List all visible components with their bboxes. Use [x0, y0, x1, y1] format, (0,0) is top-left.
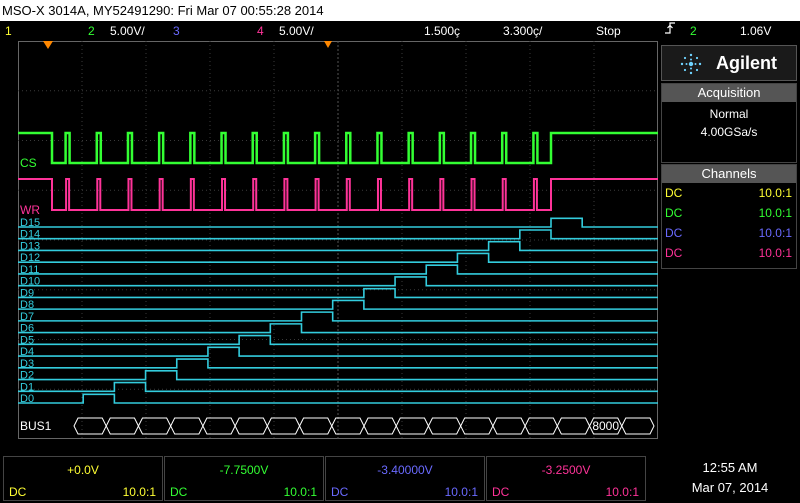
ch4-offset-box[interactable]: -3.2500V DC 10.0:1 — [486, 456, 646, 501]
bus-frame — [234, 417, 268, 435]
channel-row-3[interactable]: DC 10.0:1 — [662, 223, 796, 243]
channels-panel[interactable]: Channels DC 10.0:1 DC 10.0:1 DC 10.0:1 D… — [661, 164, 797, 269]
clock: 12:55 AM Mar 07, 2014 — [662, 458, 798, 503]
acquisition-mode: Normal — [709, 107, 749, 121]
digital-label: D13 — [20, 240, 40, 252]
ch3-coupling: DC — [331, 485, 349, 499]
digital-label: D6 — [20, 323, 34, 335]
ch4-ratio: 10.0:1 — [605, 485, 639, 499]
digital-label: D2 — [20, 370, 34, 382]
bus-frame — [170, 417, 204, 435]
ch1-offset-box[interactable]: +0.0V DC 10.0:1 — [3, 456, 163, 501]
timebase-scale: 3.300ç/ — [503, 24, 543, 38]
coupling: DC — [665, 186, 683, 200]
cs-label: CS — [20, 156, 37, 170]
timebase-position: 1.500ç — [424, 24, 461, 38]
digital-label: D7 — [20, 311, 34, 323]
probe-ratio: 10.0:1 — [758, 226, 792, 240]
clock-date: Mar 07, 2014 — [691, 480, 769, 495]
trigger-position-marker — [43, 41, 53, 49]
bus-frame — [363, 417, 397, 435]
sample-rate: 4.00GSa/s — [700, 125, 758, 139]
trigger-edge-icon — [664, 21, 676, 41]
bus-frame — [492, 417, 526, 435]
digital-label: D10 — [20, 276, 40, 288]
digital-label: D3 — [20, 358, 34, 370]
clock-time: 12:55 AM — [702, 460, 758, 475]
side-panel: Agilent Acquisition Normal 4.00GSa/s Cha… — [661, 45, 797, 269]
ch3-indicator[interactable]: 3 — [173, 21, 180, 41]
trigger-channel: 2 — [690, 24, 697, 38]
ch4-offset: -3.2500V — [541, 463, 591, 477]
bus-frame — [73, 417, 107, 435]
channels-heading: Channels — [662, 165, 796, 183]
status-bar: 1 2 5.00V/ 3 4 5.00V/ 1.500ç 3.300ç/ Sto… — [0, 21, 800, 41]
bus-frame — [202, 417, 236, 435]
bus-frame — [395, 417, 430, 435]
ch2-ratio: 10.0:1 — [283, 485, 317, 499]
digital-label: D8 — [20, 299, 34, 311]
digital-label: D9 — [20, 287, 34, 299]
bus-frame — [266, 417, 301, 435]
ch3-offset: -3.40000V — [377, 463, 433, 477]
bus-frame — [331, 417, 365, 435]
bus-frame — [427, 417, 462, 435]
ch4-indicator[interactable]: 4 — [257, 21, 264, 41]
run-state[interactable]: Stop — [596, 21, 621, 41]
bus-label: BUS1 — [20, 419, 52, 433]
digital-label: D4 — [20, 346, 34, 358]
acquisition-panel[interactable]: Acquisition Normal 4.00GSa/s — [661, 83, 797, 163]
channel-row-2[interactable]: DC 10.0:1 — [662, 203, 796, 223]
brand-logo: Agilent — [661, 45, 797, 81]
ch4-scale: 5.00V/ — [279, 24, 314, 38]
probe-ratio: 10.0:1 — [758, 186, 792, 200]
ch2-coupling: DC — [170, 485, 188, 499]
digital-label: D12 — [20, 252, 40, 264]
digital-label: D1 — [20, 381, 34, 393]
digital-label: D5 — [20, 334, 34, 346]
wr-label: WR — [20, 203, 40, 217]
ch3-ratio: 10.0:1 — [444, 485, 478, 499]
coupling: DC — [665, 246, 683, 260]
ch4-coupling: DC — [492, 485, 510, 499]
window-title: MSO-X 3014A, MY52491290: Fri Mar 07 00:5… — [0, 0, 800, 21]
digital-label: D11 — [20, 264, 39, 276]
waveform-display[interactable]: CS WR D0D1D2D3D4D5D6D7D8D9D10D11D12D13D14D… — [18, 41, 658, 439]
channel-row-1[interactable]: DC 10.0:1 — [662, 183, 796, 203]
ch1-ratio: 10.0:1 — [122, 485, 156, 499]
time-reference-marker — [324, 41, 332, 48]
bus-frame — [137, 417, 172, 435]
probe-ratio: 10.0:1 — [758, 246, 792, 260]
ch3-offset-box[interactable]: -3.40000V DC 10.0:1 — [325, 456, 485, 501]
ch1-offset: +0.0V — [67, 463, 99, 477]
ch2-scale: 5.00V/ — [110, 24, 145, 38]
channel-row-4[interactable]: DC 10.0:1 — [662, 243, 796, 263]
trigger-level: 1.06V — [740, 24, 772, 38]
coupling: DC — [665, 226, 683, 240]
trace-labels: CS WR D0D1D2D3D4D5D6D7D8D9D10D11D12D13D14D… — [20, 41, 619, 433]
bus-frame — [105, 417, 140, 435]
bus-frame — [556, 417, 591, 435]
ch2-offset-box[interactable]: -7.7500V DC 10.0:1 — [164, 456, 324, 501]
probe-ratio: 10.0:1 — [758, 206, 792, 220]
bus-frame — [298, 417, 333, 435]
ch2-offset: -7.7500V — [219, 463, 269, 477]
coupling: DC — [665, 206, 683, 220]
ch2-indicator[interactable]: 2 — [88, 21, 95, 41]
digital-label: D14 — [20, 229, 40, 241]
bus-frame — [621, 417, 655, 435]
acquisition-heading: Acquisition — [662, 84, 796, 102]
channel-offset-bar: +0.0V DC 10.0:1 -7.7500V DC 10.0:1 -3.40… — [0, 456, 652, 503]
ch1-indicator[interactable]: 1 — [5, 21, 12, 41]
bus-value: 8000 — [592, 419, 619, 433]
ch1-coupling: DC — [9, 485, 27, 499]
digital-label: D15 — [20, 217, 40, 229]
brand-name: Agilent — [716, 53, 777, 73]
digital-label: D0 — [20, 393, 34, 405]
